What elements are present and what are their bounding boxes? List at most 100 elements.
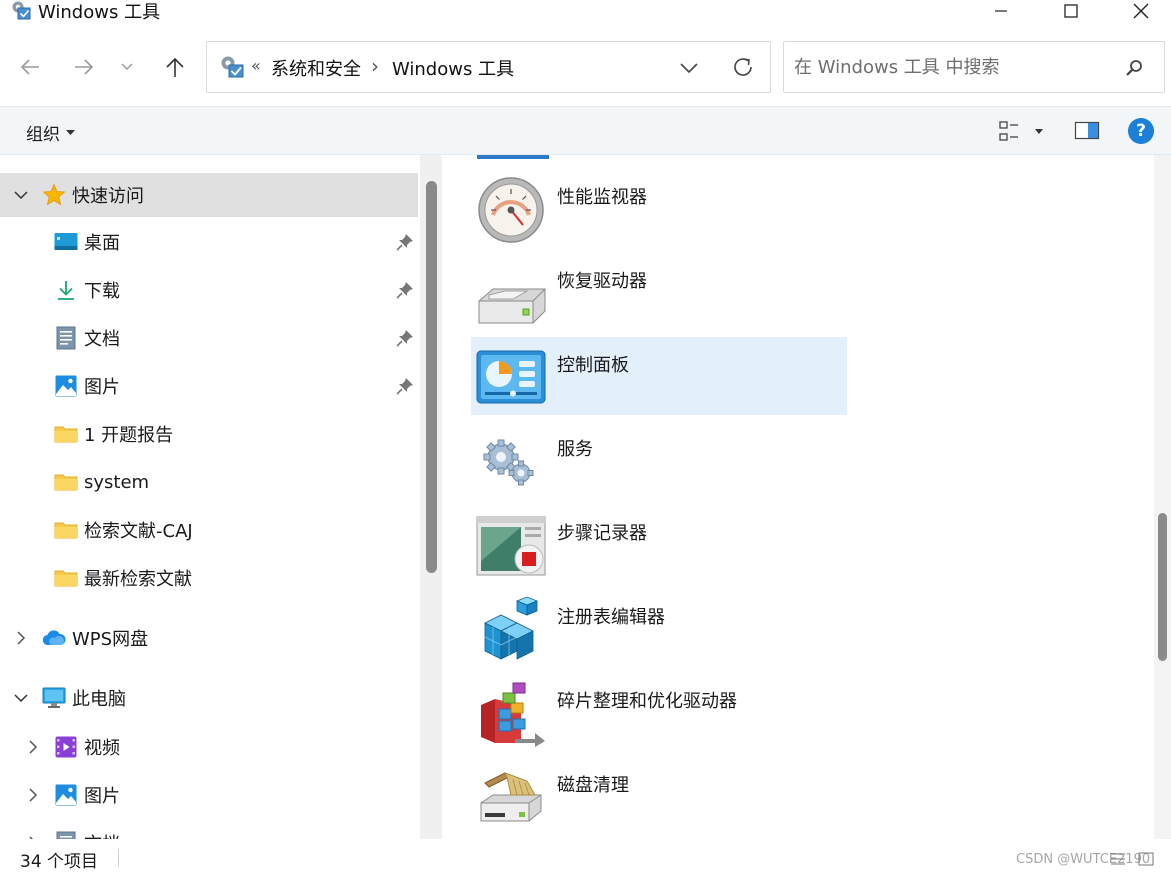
nav-label: 文档	[84, 830, 120, 839]
nav-item-folder[interactable]: 检索文献-CAJ	[0, 508, 418, 552]
chevron-down-icon[interactable]	[14, 691, 28, 705]
back-button[interactable]	[12, 52, 48, 82]
address-overflow-icon[interactable]: «	[251, 56, 261, 75]
organize-label: 组织	[26, 125, 60, 145]
view-options-icon	[999, 121, 1043, 141]
help-button[interactable]: ?	[1128, 118, 1154, 144]
nav-wps-cloud[interactable]: WPS网盘	[0, 616, 418, 660]
file-label: 注册表编辑器	[557, 607, 665, 628]
minimize-button[interactable]	[972, 0, 1030, 22]
chevron-down-icon[interactable]	[14, 188, 28, 202]
breadcrumb-segment-windows-tools[interactable]: Windows 工具	[392, 55, 514, 81]
nav-quick-access[interactable]: 快速访问	[0, 173, 418, 217]
item-count: 34 个项目	[20, 852, 99, 872]
nav-label: 1 开题报告	[84, 425, 174, 446]
nav-this-pc[interactable]: 此电脑	[0, 676, 418, 720]
forward-button[interactable]	[66, 52, 102, 82]
nav-item-videos[interactable]: 视频	[0, 725, 418, 769]
address-bar[interactable]: « 系统和安全 › Windows 工具	[206, 41, 771, 93]
file-item-steps-recorder[interactable]: 步骤记录器	[471, 505, 847, 583]
content-scrollbar-thumb[interactable]	[1158, 513, 1167, 661]
nav-item-folder[interactable]: 最新检索文献	[0, 556, 418, 600]
preview-pane-button[interactable]	[1074, 120, 1100, 142]
nav-item-folder[interactable]: 1 开题报告	[0, 412, 418, 456]
close-button[interactable]	[1112, 0, 1170, 22]
disk-cleanup-icon	[475, 763, 547, 831]
videos-icon	[54, 735, 78, 759]
file-item-performance-monitor[interactable]: 性能监视器	[471, 169, 847, 247]
nav-label: 检索文献-CAJ	[84, 521, 193, 542]
file-label: 碎片整理和优化驱动器	[557, 691, 737, 712]
up-arrow-icon	[166, 57, 184, 77]
nav-label: 最新检索文献	[84, 569, 192, 590]
file-item-defragment[interactable]: 碎片整理和优化驱动器	[471, 673, 847, 751]
file-item-services[interactable]: 服务	[471, 421, 847, 499]
steps-recorder-icon	[475, 511, 547, 579]
breadcrumb-separator[interactable]: ›	[371, 54, 379, 78]
maximize-icon	[1064, 4, 1078, 18]
control-panel-tools-icon	[10, 0, 32, 20]
file-label: 恢复驱动器	[557, 271, 647, 292]
address-dropdown-button[interactable]	[677, 57, 701, 79]
nav-item-desktop[interactable]: 桌面	[0, 220, 418, 264]
download-icon	[54, 278, 78, 302]
nav-label: 下载	[84, 281, 120, 302]
search-box[interactable]	[783, 41, 1165, 93]
nav-label: 快速访问	[72, 186, 144, 207]
chevron-right-icon[interactable]	[26, 788, 40, 802]
file-item-disk-cleanup[interactable]: 磁盘清理	[471, 757, 847, 835]
nav-item-folder[interactable]: system	[0, 460, 418, 504]
caret-down-icon	[66, 129, 75, 135]
document-icon	[54, 326, 78, 350]
close-icon	[1133, 3, 1149, 19]
large-icons-view-button[interactable]	[1138, 851, 1154, 866]
folder-icon	[54, 422, 78, 446]
file-label: 控制面板	[557, 355, 629, 376]
forward-arrow-icon	[75, 59, 94, 75]
pin-icon[interactable]	[396, 281, 414, 299]
pin-icon[interactable]	[396, 233, 414, 251]
file-item-control-panel[interactable]: 控制面板	[471, 337, 847, 415]
pin-icon[interactable]	[396, 377, 414, 395]
pin-icon[interactable]	[396, 329, 414, 347]
up-button[interactable]	[157, 52, 193, 82]
nav-item-pictures[interactable]: 图片	[0, 364, 418, 408]
change-view-button[interactable]	[998, 119, 1046, 145]
cloud-icon	[42, 626, 66, 650]
recent-locations-button[interactable]	[112, 52, 142, 82]
desktop-icon	[54, 230, 78, 254]
breadcrumb-segment-system-security[interactable]: 系统和安全	[271, 55, 361, 81]
nav-scrollbar-thumb[interactable]	[426, 181, 437, 573]
refresh-button[interactable]	[731, 55, 755, 79]
pictures-icon	[54, 783, 78, 807]
status-bar: 34 个项目 CSDN @WUTCE2190	[0, 839, 1171, 875]
search-input[interactable]	[794, 54, 1114, 80]
pictures-icon	[54, 374, 78, 398]
minimize-icon	[995, 10, 1007, 12]
previous-item-edge	[477, 155, 549, 159]
control-panel-tools-icon	[219, 55, 245, 79]
chevron-right-icon[interactable]	[14, 631, 28, 645]
window-title: Windows 工具	[38, 2, 161, 23]
nav-label: system	[84, 471, 150, 493]
back-arrow-icon	[20, 59, 39, 75]
details-view-button[interactable]	[1110, 851, 1126, 865]
command-bar: 组织 ?	[0, 106, 1171, 155]
maximize-button[interactable]	[1042, 0, 1100, 22]
nav-item-pc-pictures[interactable]: 图片	[0, 773, 418, 817]
nav-item-pc-documents[interactable]: 文档	[0, 821, 418, 839]
nav-label: WPS网盘	[72, 629, 149, 650]
file-item-registry-editor[interactable]: 注册表编辑器	[471, 589, 847, 667]
nav-label: 此电脑	[72, 689, 126, 710]
chevron-right-icon[interactable]	[26, 740, 40, 754]
title-bar: Windows 工具	[0, 0, 1171, 23]
registry-editor-icon	[475, 595, 547, 663]
search-icon[interactable]	[1124, 58, 1144, 78]
content-scrollbar[interactable]	[1154, 155, 1171, 839]
history-dropdown-icon	[121, 63, 133, 71]
file-item-recovery-drive[interactable]: 恢复驱动器	[471, 253, 847, 331]
nav-item-downloads[interactable]: 下载	[0, 268, 418, 312]
organize-button[interactable]: 组织	[26, 120, 75, 145]
nav-item-documents[interactable]: 文档	[0, 316, 418, 360]
folder-icon	[54, 566, 78, 590]
